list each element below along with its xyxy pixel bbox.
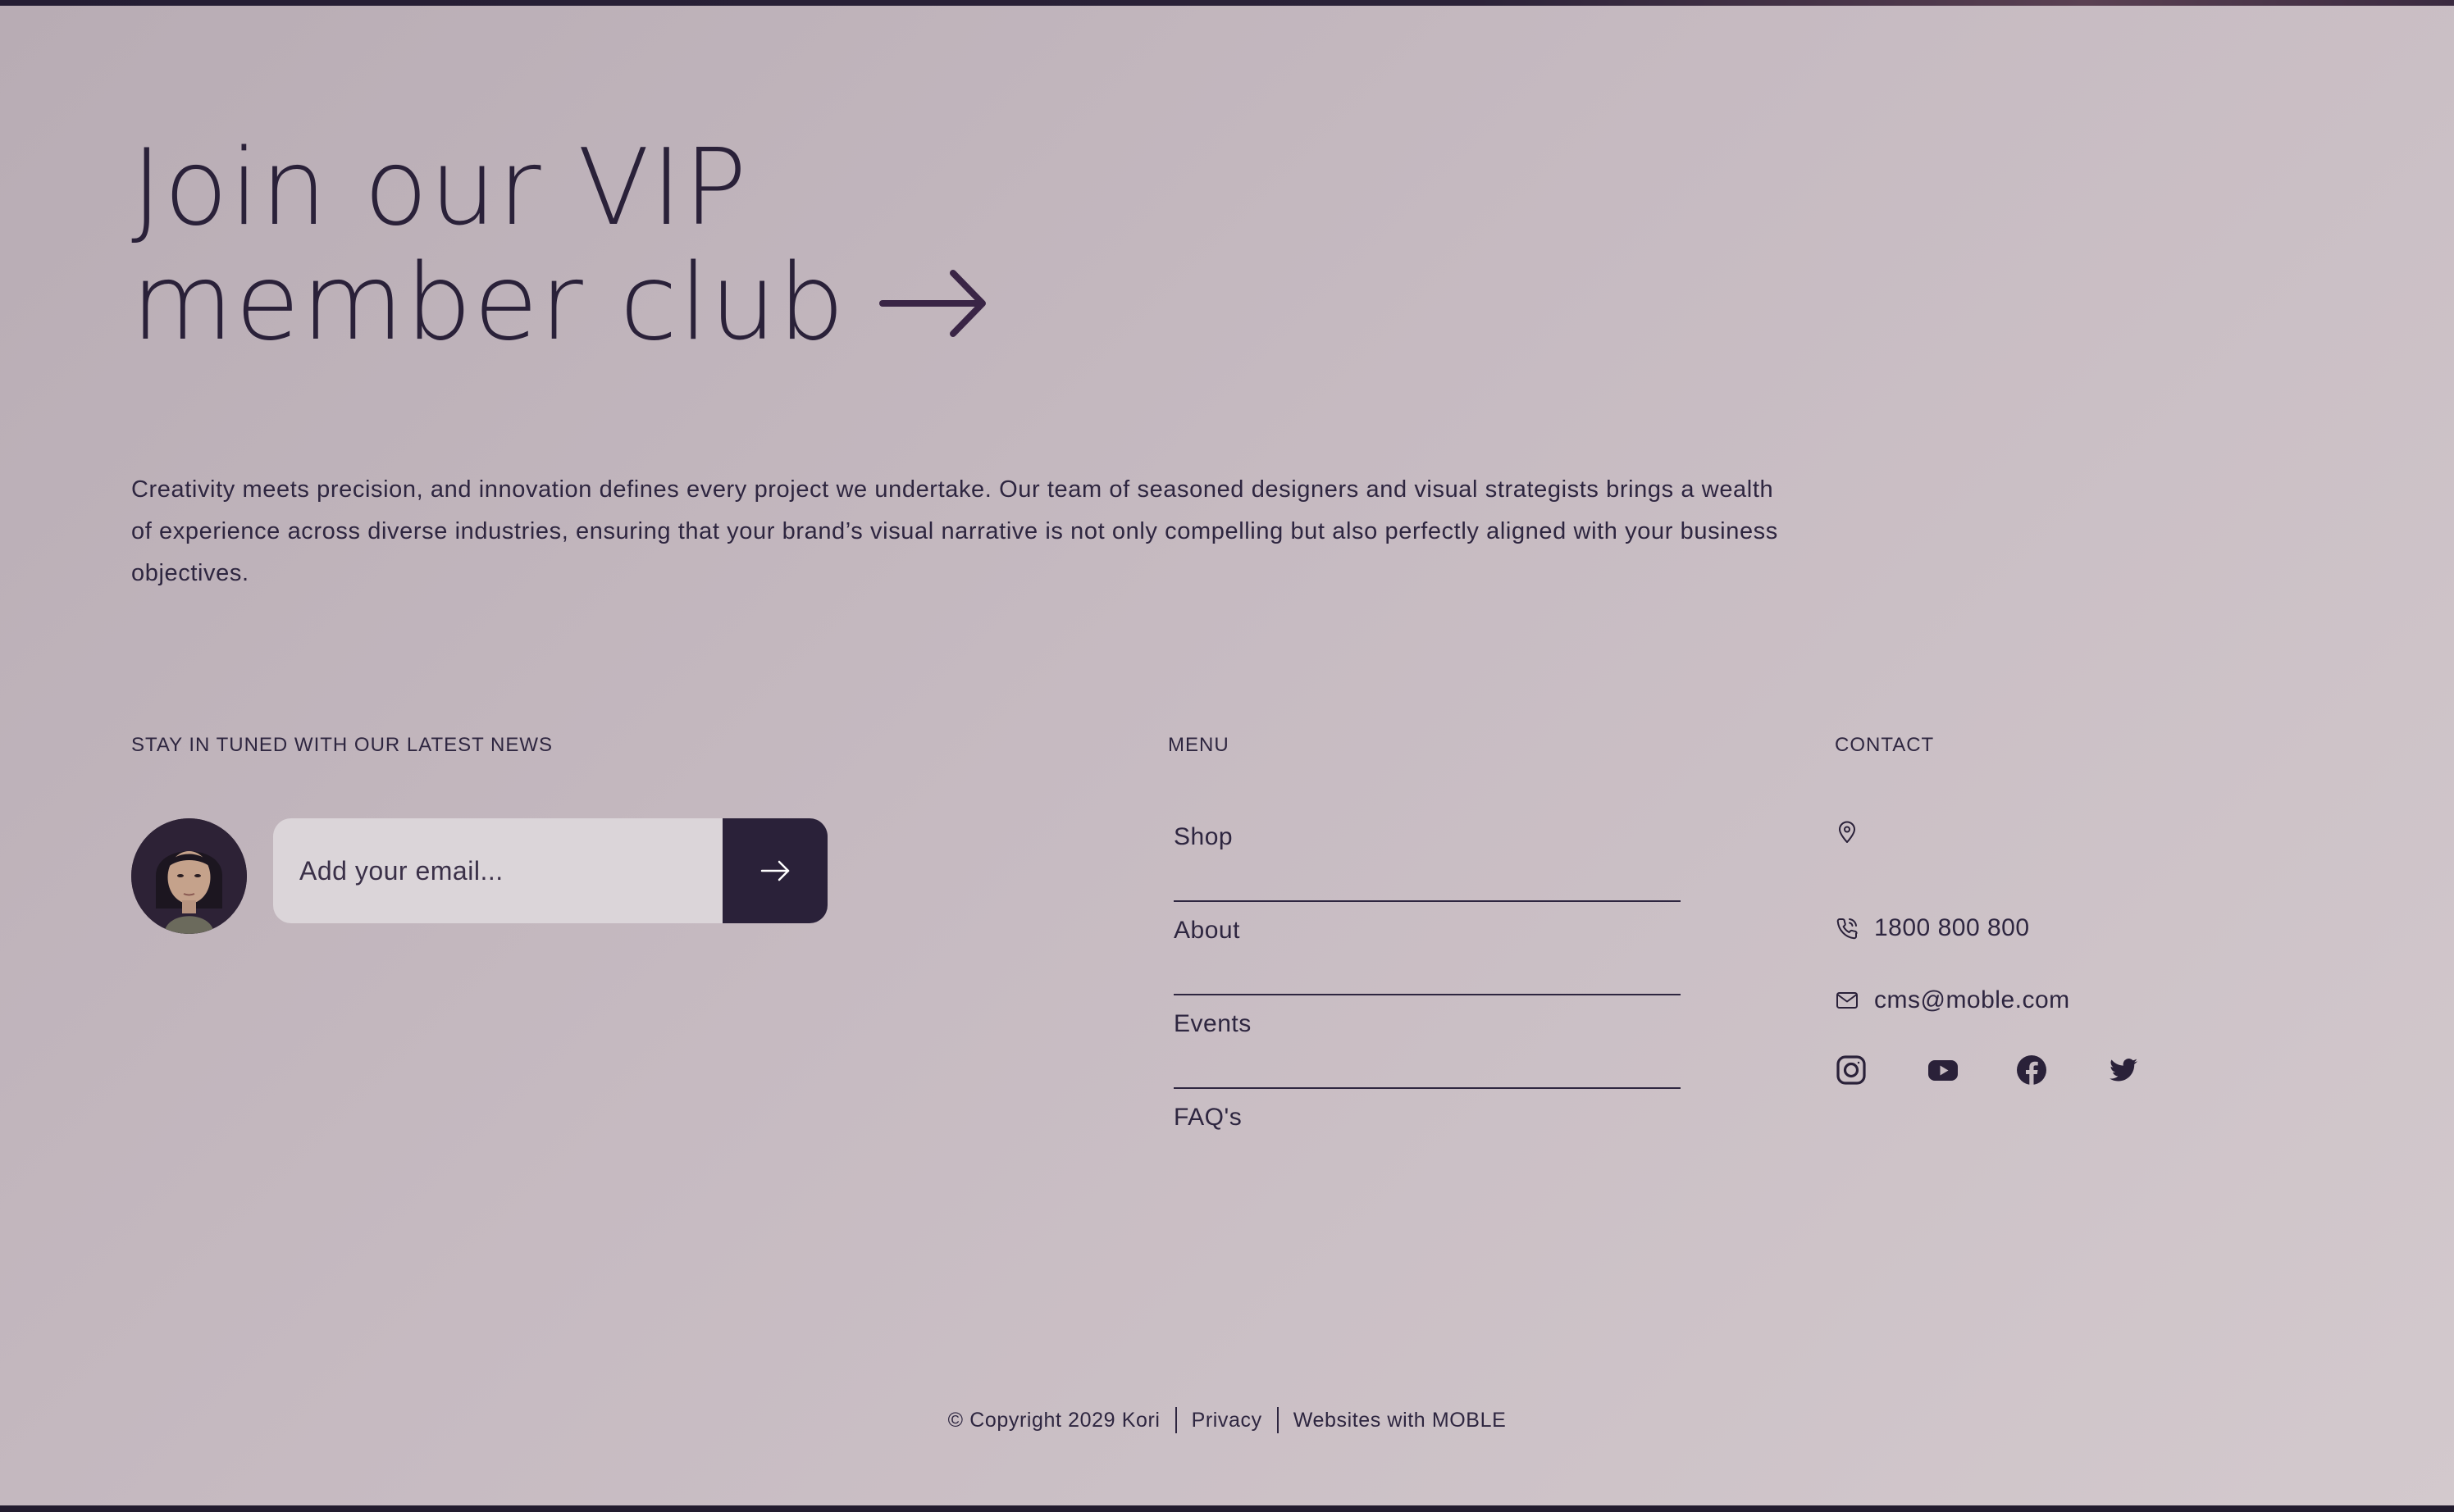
map-pin-icon — [1835, 820, 1859, 845]
menu-label: MENU — [1168, 734, 1229, 756]
email-input[interactable] — [273, 818, 723, 923]
intro-paragraph: Creativity meets precision, and innovati… — [131, 476, 1778, 586]
footer-divider — [1175, 1407, 1177, 1433]
instagram-icon[interactable] — [1835, 1054, 1868, 1086]
privacy-link[interactable]: Privacy — [1192, 1409, 1262, 1432]
footer-divider — [1276, 1407, 1279, 1433]
contact-email-text: cms@moble.com — [1874, 986, 2070, 1013]
footer: © Copyright 2029 Kori Privacy Websites w… — [0, 1407, 2454, 1433]
social-links — [1835, 1054, 2199, 1086]
contact-phone-text: 1800 800 800 — [1874, 914, 2030, 941]
contact-phone[interactable]: 1800 800 800 — [1835, 892, 2070, 964]
phone-icon — [1835, 916, 1859, 940]
avatar — [131, 818, 247, 934]
hero-title: Join our VIP member club — [131, 131, 988, 361]
bottom-accent-bar — [0, 1505, 2454, 1512]
hero-title-line-1: Join our VIP — [131, 127, 749, 249]
top-accent-bar — [0, 0, 2454, 6]
youtube-icon[interactable] — [1927, 1054, 1959, 1086]
hero-arrow-icon[interactable] — [878, 266, 988, 340]
copyright-text: © Copyright 2029 Kori — [947, 1408, 1161, 1432]
footer-menu: Shop About Events FAQ's — [1174, 808, 1681, 1182]
newsletter-form — [273, 818, 828, 923]
menu-item-shop[interactable]: Shop — [1174, 808, 1681, 902]
mail-icon — [1835, 988, 1859, 1013]
facebook-icon[interactable] — [2015, 1054, 2048, 1086]
email-submit-button[interactable] — [723, 818, 828, 923]
menu-item-events[interactable]: Events — [1174, 995, 1681, 1089]
contact-email[interactable]: cms@moble.com — [1835, 964, 2070, 1036]
arrow-right-icon — [760, 860, 790, 881]
menu-item-faqs[interactable]: FAQ's — [1174, 1089, 1681, 1182]
credit-link[interactable]: Websites with MOBLE — [1293, 1409, 1507, 1432]
contact-address — [1835, 820, 2070, 854]
contact-label: CONTACT — [1835, 734, 1935, 756]
newsletter-label: STAY IN TUNED WITH OUR LATEST NEWS — [131, 734, 554, 756]
hero-title-line-2: member club — [131, 242, 846, 364]
twitter-icon[interactable] — [2107, 1054, 2140, 1086]
menu-item-about[interactable]: About — [1174, 902, 1681, 995]
contact-info: 1800 800 800 cms@moble.com — [1835, 820, 2070, 1036]
